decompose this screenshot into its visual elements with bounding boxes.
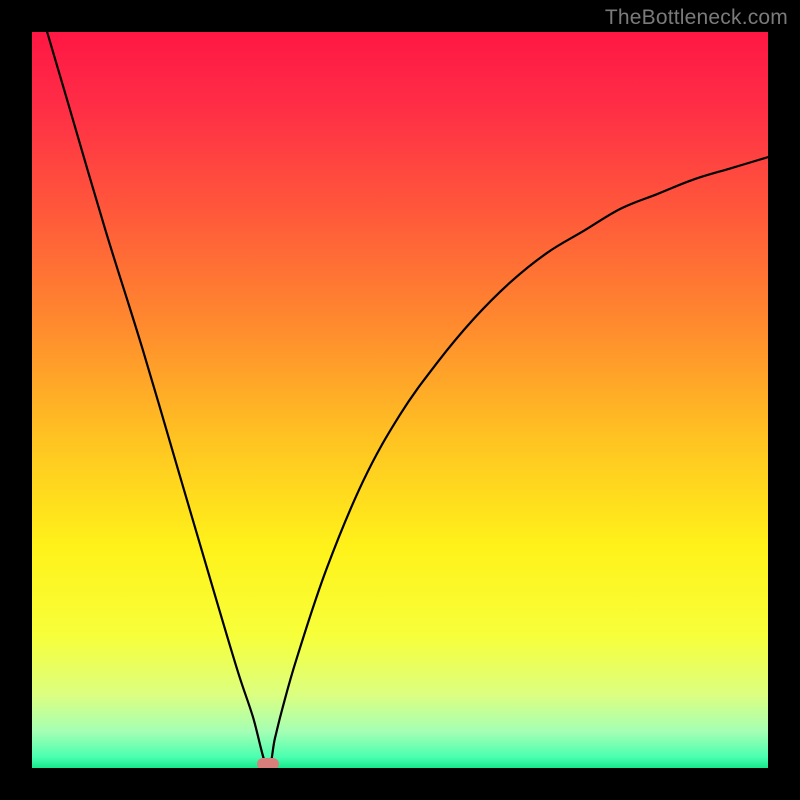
- watermark-text: TheBottleneck.com: [605, 6, 788, 30]
- plot-area: [32, 32, 768, 768]
- chart-svg: [32, 32, 768, 768]
- bg-gradient-rect: [32, 32, 768, 768]
- chart-stage: TheBottleneck.com: [0, 0, 800, 800]
- minimum-marker: [257, 758, 279, 768]
